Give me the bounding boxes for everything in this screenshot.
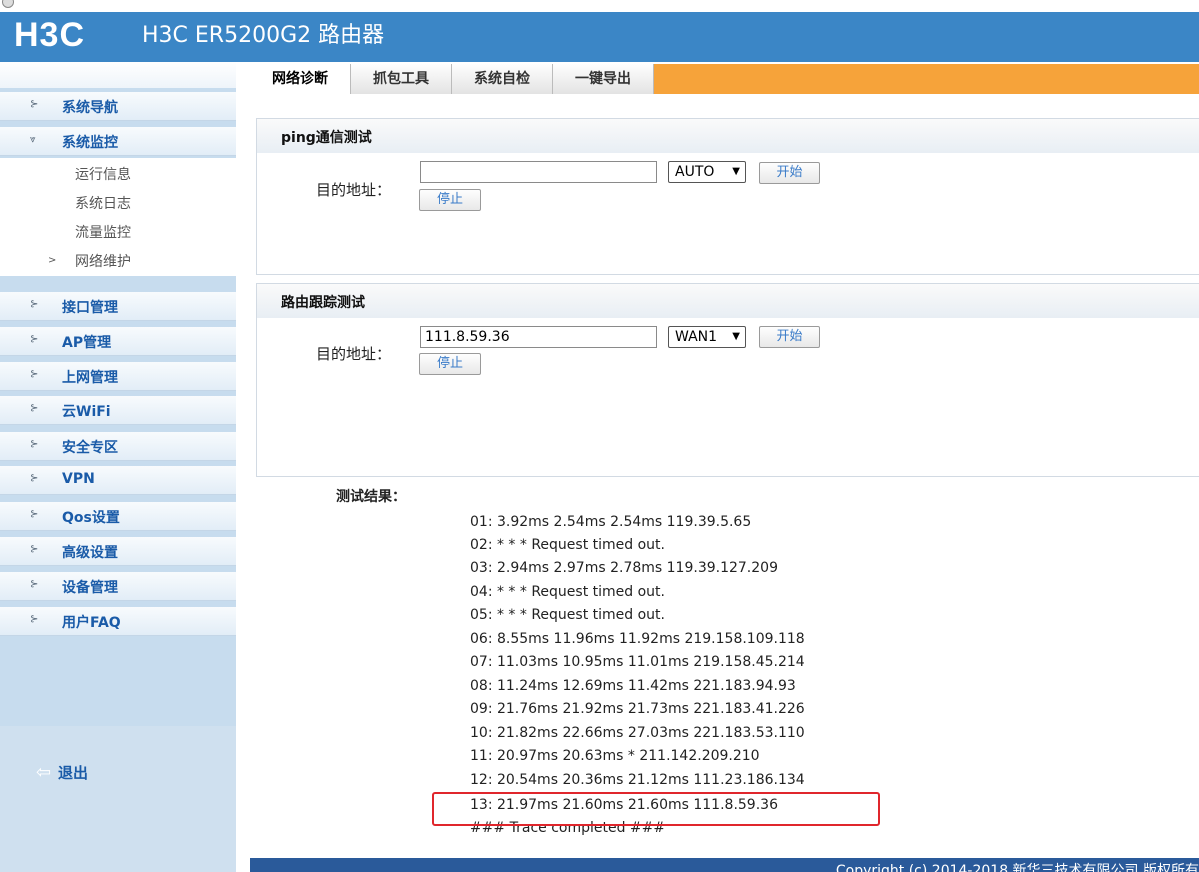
tab-bar: 网络诊断 抓包工具 系统自检 一键导出 bbox=[250, 64, 1199, 94]
subitem-run-info[interactable]: 运行信息 bbox=[75, 164, 131, 184]
sidebar-item-label: 上网管理 bbox=[62, 370, 118, 386]
sidebar-item-system-monitor[interactable]: ⩔ 系统监控 bbox=[0, 127, 236, 156]
chevron-down-icon: ▼ bbox=[732, 331, 740, 342]
window-top-strip bbox=[0, 0, 1199, 12]
result-line: 12: 20.54ms 20.36ms 21.12ms 111.23.186.1… bbox=[470, 772, 805, 788]
sidebar-item-label: 接口管理 bbox=[62, 300, 118, 316]
app-title: H3C ER5200G2 路由器 bbox=[142, 23, 385, 48]
expand-arrow-icon: ⊱ bbox=[30, 439, 39, 450]
result-line: 06: 8.55ms 11.96ms 11.92ms 219.158.109.1… bbox=[470, 631, 805, 647]
trace-target-label: 目的地址： bbox=[316, 345, 392, 363]
browser-icon bbox=[2, 0, 14, 8]
expand-arrow-icon: ⊱ bbox=[30, 334, 39, 345]
highlight-annotation-box bbox=[432, 792, 880, 826]
ping-target-label: 目的地址： bbox=[316, 181, 392, 199]
ping-panel-title: ping通信测试 bbox=[281, 130, 372, 146]
tab-packet-capture[interactable]: 抓包工具 bbox=[351, 64, 452, 94]
expand-arrow-icon: ⊱ bbox=[30, 369, 39, 380]
trace-start-button[interactable]: 开始 bbox=[759, 326, 820, 348]
h3c-logo: H3C bbox=[14, 16, 86, 54]
ping-stop-button[interactable]: 停止 bbox=[419, 189, 481, 211]
result-line: 03: 2.94ms 2.97ms 2.78ms 119.39.127.209 bbox=[470, 560, 778, 576]
expand-arrow-icon: ⊱ bbox=[30, 403, 39, 414]
logout-label: 退出 bbox=[58, 764, 89, 782]
trace-stop-button[interactable]: 停止 bbox=[419, 353, 481, 375]
sidebar-item-advanced[interactable]: ⊱ 高级设置 bbox=[0, 537, 236, 566]
sidebar-item-interface[interactable]: ⊱ 接口管理 bbox=[0, 292, 236, 321]
copyright-text: Copyright (c) 2014-2018 新华三技术有限公司 版权所有 bbox=[835, 863, 1199, 872]
result-line: 09: 21.76ms 21.92ms 21.73ms 221.183.41.2… bbox=[470, 701, 805, 717]
ping-start-button[interactable]: 开始 bbox=[759, 162, 820, 184]
sidebar-item-cloud-wifi[interactable]: ⊱ 云WiFi bbox=[0, 396, 236, 425]
result-line: 08: 11.24ms 12.69ms 11.42ms 221.183.94.9… bbox=[470, 678, 796, 694]
result-line: 01: 3.92ms 2.54ms 2.54ms 119.39.5.65 bbox=[470, 514, 752, 530]
sidebar-top bbox=[0, 62, 236, 88]
subitem-arrow-icon: > bbox=[48, 255, 57, 266]
sidebar-item-system-nav[interactable]: ⊱ 系统导航 bbox=[0, 92, 236, 121]
expand-arrow-icon: ⊱ bbox=[30, 614, 39, 625]
sidebar-item-internet[interactable]: ⊱ 上网管理 bbox=[0, 362, 236, 391]
subitem-system-log[interactable]: 系统日志 bbox=[75, 193, 131, 213]
trace-panel-title: 路由跟踪测试 bbox=[281, 295, 365, 311]
sidebar-item-faq[interactable]: ⊱ 用户FAQ bbox=[0, 607, 236, 636]
ping-mode-select[interactable]: AUTO ▼ bbox=[668, 161, 746, 183]
tab-export[interactable]: 一键导出 bbox=[553, 64, 654, 94]
sidebar-item-label: AP管理 bbox=[62, 335, 112, 351]
sidebar-item-label: 系统导航 bbox=[62, 100, 118, 116]
expand-arrow-icon: ⊱ bbox=[30, 579, 39, 590]
sidebar-item-label: 云WiFi bbox=[62, 404, 111, 420]
tab-network-diagnosis[interactable]: 网络诊断 bbox=[250, 64, 351, 94]
sidebar-lower bbox=[0, 726, 236, 872]
logout-icon: ⇦ bbox=[36, 762, 52, 783]
sidebar-item-label: 安全专区 bbox=[62, 440, 118, 456]
sidebar-item-label: Qos设置 bbox=[62, 510, 120, 526]
result-line: 05: * * * Request timed out. bbox=[470, 607, 665, 623]
trace-iface-value: WAN1 bbox=[675, 329, 718, 345]
sidebar-item-label: 高级设置 bbox=[62, 545, 118, 561]
trace-target-input[interactable] bbox=[420, 326, 657, 348]
logout-link[interactable]: ⇦ 退出 bbox=[36, 762, 88, 783]
trace-panel-header: 路由跟踪测试 bbox=[256, 283, 1199, 319]
app-header: H3C H3C ER5200G2 路由器 bbox=[0, 12, 1199, 62]
footer: Copyright (c) 2014-2018 新华三技术有限公司 版权所有 bbox=[250, 858, 1199, 872]
collapse-arrow-icon: ⩔ bbox=[30, 134, 36, 145]
result-line: 11: 20.97ms 20.63ms * 211.142.209.210 bbox=[470, 748, 760, 764]
sidebar-item-ap[interactable]: ⊱ AP管理 bbox=[0, 327, 236, 356]
sidebar-item-label: 用户FAQ bbox=[62, 615, 121, 631]
subitem-network-maintenance[interactable]: 网络维护 bbox=[75, 251, 131, 271]
ping-panel-header: ping通信测试 bbox=[256, 118, 1199, 154]
sidebar-item-device[interactable]: ⊱ 设备管理 bbox=[0, 572, 236, 601]
expand-arrow-icon: ⊱ bbox=[30, 299, 39, 310]
ping-mode-value: AUTO bbox=[675, 164, 715, 180]
sidebar-item-security[interactable]: ⊱ 安全专区 bbox=[0, 432, 236, 461]
expand-arrow-icon: ⊱ bbox=[30, 544, 39, 555]
sidebar-item-label: 系统监控 bbox=[62, 135, 118, 151]
results-title: 测试结果： bbox=[336, 489, 406, 505]
sidebar-item-label: VPN bbox=[62, 471, 95, 487]
sidebar-item-vpn[interactable]: ⊱ VPN bbox=[0, 466, 236, 495]
tab-self-check[interactable]: 系统自检 bbox=[452, 64, 553, 94]
trace-iface-select[interactable]: WAN1 ▼ bbox=[668, 326, 746, 348]
result-line: 04: * * * Request timed out. bbox=[470, 584, 665, 600]
chevron-down-icon: ▼ bbox=[732, 166, 740, 177]
ping-target-input[interactable] bbox=[420, 161, 657, 183]
result-line: 02: * * * Request timed out. bbox=[470, 537, 665, 553]
expand-arrow-icon: ⊱ bbox=[30, 473, 39, 484]
sidebar-item-label: 设备管理 bbox=[62, 580, 118, 596]
sidebar-item-qos[interactable]: ⊱ Qos设置 bbox=[0, 502, 236, 531]
expand-arrow-icon: ⊱ bbox=[30, 509, 39, 520]
result-line: 10: 21.82ms 22.66ms 27.03ms 221.183.53.1… bbox=[470, 725, 805, 741]
subitem-traffic-monitor[interactable]: 流量监控 bbox=[75, 222, 131, 242]
result-line: 07: 11.03ms 10.95ms 11.01ms 219.158.45.2… bbox=[470, 654, 805, 670]
expand-arrow-icon: ⊱ bbox=[30, 99, 39, 110]
